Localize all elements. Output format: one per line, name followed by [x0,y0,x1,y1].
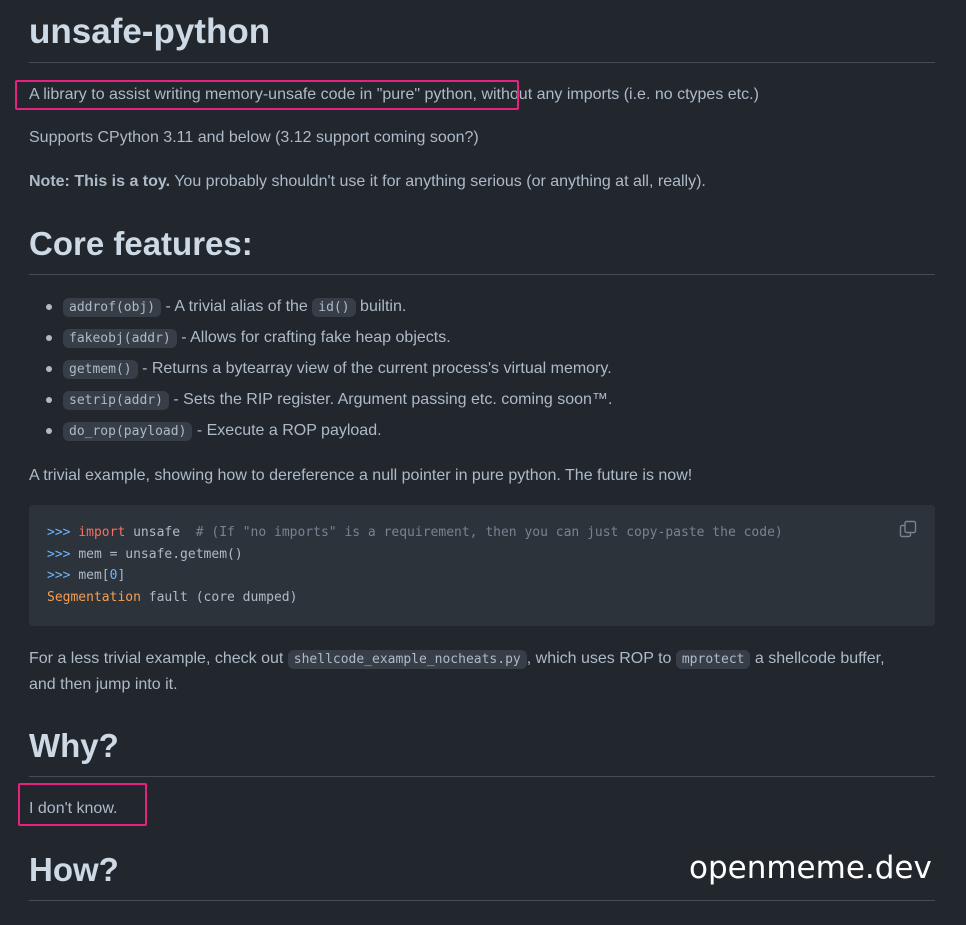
code-line: Segmentation fault (core dumped) [47,587,917,609]
paragraph-text: a shellcode buffer, [750,650,885,667]
list-item: do_rop(payload) - Execute a ROP payload. [45,416,612,447]
why-heading: Why? [29,724,935,777]
page-title: unsafe-python [29,8,935,63]
inline-code: do_rop(payload) [63,422,193,441]
support-paragraph: Supports CPython 3.11 and below (3.12 su… [29,129,479,146]
code-line: >>> mem = unsafe.getmem() [47,544,917,566]
list-item-text: - A trivial alias of the [161,298,313,315]
list-item-text: builtin. [355,298,407,315]
paragraph-text: For a less trivial example, check out [29,650,288,667]
core-features-heading: Core features: [29,222,935,275]
inline-code: setrip(addr) [63,391,169,410]
note-paragraph: Note: This is a toy. You probably should… [29,169,706,195]
note-rest: You probably shouldn't use it for anythi… [170,173,706,190]
list-item-text: - Sets the RIP register. Argument passin… [168,391,613,408]
inline-code: addrof(obj) [63,298,162,317]
list-item-text: - Allows for crafting fake heap objects. [176,329,451,346]
list-item: getmem() - Returns a bytearray view of t… [45,354,612,385]
features-list: addrof(obj) - A trivial alias of the id(… [29,292,612,447]
code-text: unsafe [125,525,196,540]
code-text: fault (core dumped) [140,589,298,605]
intro-rest-text: without any imports (i.e. no ctypes etc.… [477,86,759,103]
code-text: mem = unsafe.getmem() [78,546,243,562]
code-keyword: import [78,525,126,540]
code-block: >>> import unsafe # (If "no imports" is … [29,505,935,626]
highlight-box-why-answer [18,783,147,826]
inline-code: id() [312,298,356,317]
list-item-text: - Execute a ROP payload. [192,422,382,439]
inline-code: fakeobj(addr) [63,329,177,348]
code-prompt: >>> [47,568,79,583]
copy-icon[interactable] [899,520,917,538]
list-item-text: - Returns a bytearray view of the curren… [137,360,612,377]
example-intro-paragraph: A trivial example, showing how to derefe… [29,467,693,484]
code-prompt: >>> [47,525,79,540]
note-label: Note: [29,173,70,190]
code-line: >>> import unsafe # (If "no imports" is … [47,522,917,544]
list-item: fakeobj(addr) - Allows for crafting fake… [45,323,612,354]
highlight-box-intro [15,80,519,110]
paragraph-text: , which uses ROP to [526,650,676,667]
code-comment: # (If "no imports" is a requirement, the… [195,525,783,540]
code-prompt: >>> [47,546,79,562]
note-bold: This is a toy. [69,173,171,190]
code-line: >>> mem[0] [47,565,917,587]
code-error: Segmentation [47,589,141,605]
code-text: mem[ [78,568,110,583]
less-trivial-paragraph-line2: and then jump into it. [29,676,178,693]
list-item: setrip(addr) - Sets the RIP register. Ar… [45,385,613,416]
inline-code: mprotect [675,650,751,669]
list-item: addrof(obj) - A trivial alias of the id(… [45,292,612,323]
inline-code: getmem() [63,360,138,379]
code-text: ] [117,568,126,583]
less-trivial-paragraph: For a less trivial example, check out sh… [29,646,885,673]
inline-code-filename[interactable]: shellcode_example_nocheats.py [287,650,527,669]
watermark-text: openmeme.dev [689,850,932,886]
